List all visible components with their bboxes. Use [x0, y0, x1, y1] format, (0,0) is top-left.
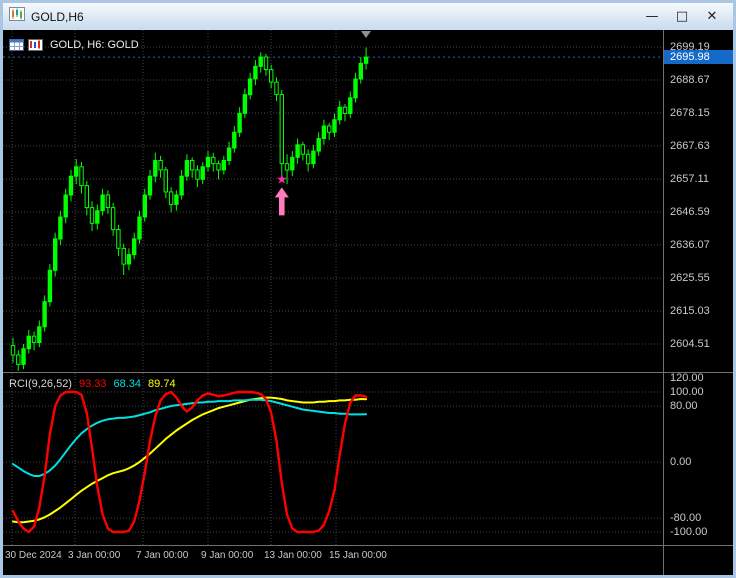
maximize-icon: □ [675, 9, 689, 24]
indicator-axis-label: -80.00 [670, 512, 702, 524]
chart-window: GOLD,H6 — □ ✕ ★ GOLD, H6: GOLD RCI(9,26,… [0, 0, 736, 578]
time-axis-label: 3 Jan 00:00 [68, 550, 121, 561]
indicator-axis-label: 0.00 [670, 456, 692, 468]
minimize-icon: — [645, 9, 659, 24]
price-axis-label: 2604.51 [670, 338, 710, 350]
candles-layer [10, 47, 369, 371]
trade-star-icon: ★ [276, 172, 288, 187]
indicator-value: 89.74 [148, 378, 176, 390]
chart-window-icon [9, 6, 25, 27]
time-axis[interactable]: 30 Dec 2024 3 Jan 00:00 7 Jan 00:00 9 Jan 0… [3, 546, 733, 575]
price-axis[interactable]: 2699.19 2688.67 2678.15 2667.63 2657.11 2646.… [663, 30, 733, 575]
indicator-name: RCI(9,26,52) [9, 378, 72, 390]
time-axis-label: 30 Dec 2024 [5, 550, 62, 561]
current-price-tag: 2695.98 [664, 50, 733, 64]
time-axis-label: 9 Jan 00:00 [201, 550, 254, 561]
indicator-axis-label: -100.00 [670, 526, 708, 538]
time-axis-separator [3, 545, 733, 546]
symbol-label: GOLD, H6: GOLD [50, 39, 139, 51]
indicator-axis-label: 100.00 [670, 386, 704, 398]
price-axis-label: 2625.55 [670, 272, 710, 284]
indicator-label: RCI(9,26,52) 93.33 68.34 89.74 [9, 378, 176, 390]
minimize-button[interactable]: — [637, 6, 667, 28]
price-axis-label: 2688.67 [670, 74, 710, 86]
indicator-gridlines [3, 373, 663, 545]
price-axis-label: 2667.63 [670, 140, 710, 152]
buy-arrow-icon [274, 187, 289, 216]
price-axis-label: 2678.15 [670, 107, 710, 119]
close-icon: ✕ [706, 9, 718, 24]
indicator-axis-label: 120.00 [670, 372, 704, 384]
table-icon[interactable] [9, 39, 24, 51]
indicator-axis-label: 80.00 [670, 400, 698, 412]
price-axis-label: 2657.11 [670, 173, 709, 185]
time-axis-label: 7 Jan 00:00 [136, 550, 189, 561]
price-axis-label: 2646.59 [670, 206, 710, 218]
indicator-values: 93.33 68.34 89.74 [79, 378, 176, 390]
price-axis-label: 2615.03 [670, 305, 710, 317]
window-title: GOLD,H6 [31, 9, 84, 24]
chart-shift-marker [361, 31, 371, 38]
candles-icon[interactable] [28, 39, 43, 51]
time-axis-label: 13 Jan 00:00 [264, 550, 322, 561]
rci-indicator-panel[interactable] [3, 373, 663, 545]
chart-client-area: ★ GOLD, H6: GOLD RCI(9,26,52) 93.33 68.3… [3, 30, 733, 575]
price-chart[interactable]: ★ [3, 30, 663, 372]
time-axis-label: 15 Jan 00:00 [329, 550, 387, 561]
panel-separator[interactable] [3, 372, 733, 373]
window-controls: — □ ✕ [637, 6, 727, 28]
title-bar[interactable]: GOLD,H6 — □ ✕ [3, 3, 733, 30]
maximize-button[interactable]: □ [667, 6, 697, 28]
chart-legend: GOLD, H6: GOLD [9, 39, 139, 51]
rci-line-26 [12, 398, 368, 477]
close-button[interactable]: ✕ [697, 6, 727, 28]
indicator-value: 93.33 [78, 378, 107, 390]
price-axis-label: 2636.07 [670, 239, 710, 251]
indicator-value: 68.34 [113, 378, 142, 390]
rci-line-52 [12, 396, 368, 524]
